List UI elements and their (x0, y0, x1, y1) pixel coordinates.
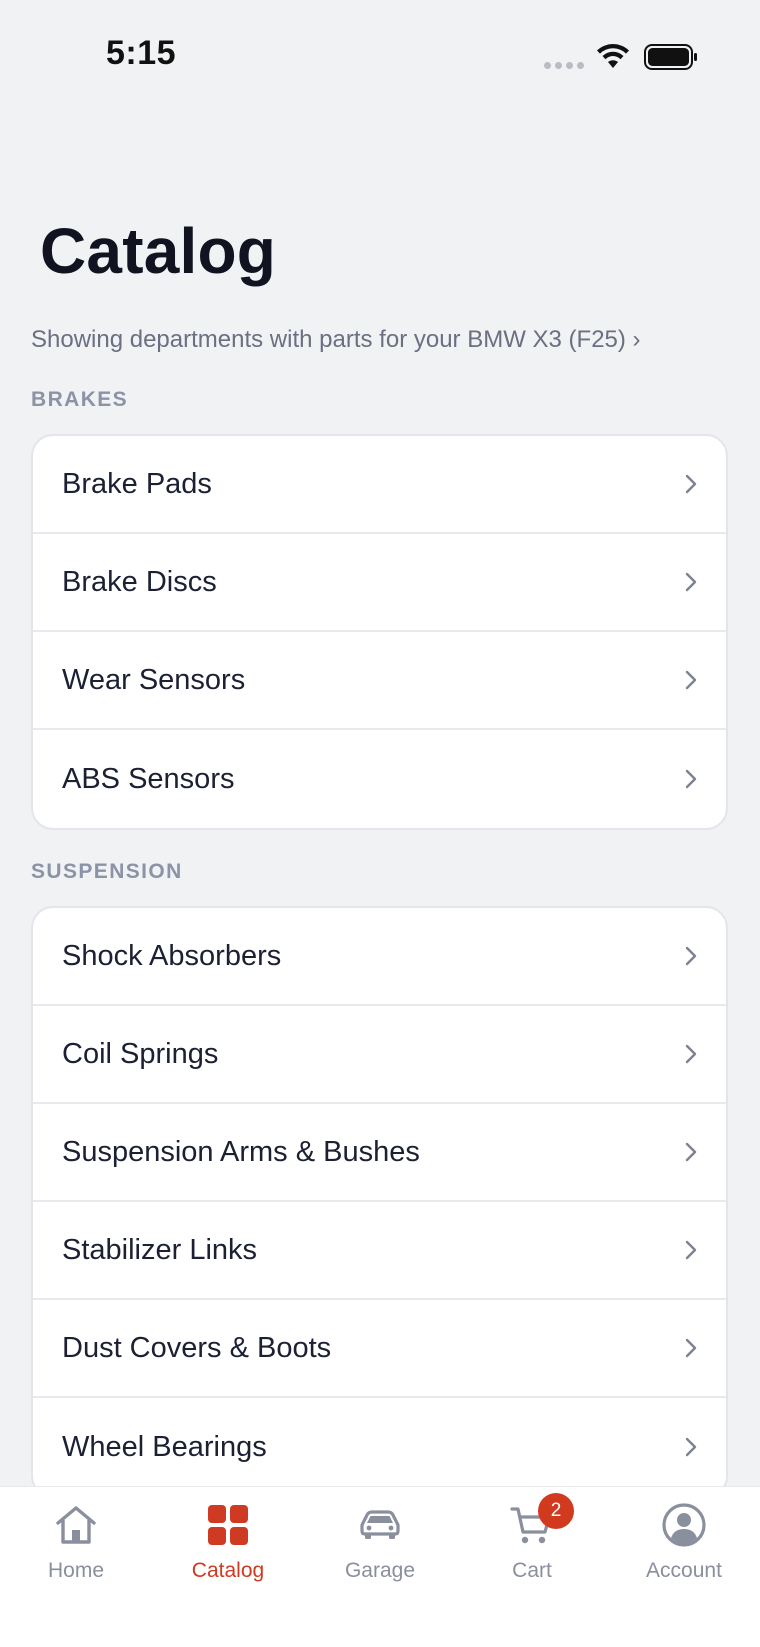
tab-account[interactable]: Account (608, 1487, 760, 1647)
chevron-right-icon (685, 1338, 697, 1358)
tab-garage[interactable]: Garage (304, 1487, 456, 1647)
tab-cart[interactable]: 2 Cart (456, 1487, 608, 1647)
department-row-wheel-bearings[interactable]: Wheel Bearings (33, 1398, 726, 1496)
tab-label: Account (646, 1559, 722, 1582)
department-label: Stabilizer Links (62, 1233, 258, 1266)
tab-label: Garage (344, 1559, 416, 1582)
department-row-brake-discs[interactable]: Brake Discs (33, 534, 726, 632)
cart-count-badge: 2 (538, 1493, 574, 1529)
status-bar: 5:15 (0, 0, 760, 110)
department-label: Brake Pads (62, 467, 212, 500)
department-row-coil-springs[interactable]: Coil Springs (33, 1006, 726, 1104)
chevron-right-icon (685, 670, 697, 690)
chevron-right-icon (685, 572, 697, 592)
grid-icon (208, 1505, 248, 1545)
tab-home[interactable]: Home (0, 1487, 152, 1647)
department-label: Wheel Bearings (62, 1430, 267, 1463)
department-row-stabilizer-links[interactable]: Stabilizer Links (33, 1202, 726, 1300)
cellular-signal-icon (544, 62, 584, 69)
brakes-department-list: Brake Pads Brake Discs Wear Sensors ABS … (31, 434, 728, 830)
department-label: ABS Sensors (62, 762, 235, 795)
vehicle-selector-link[interactable]: Showing departments with parts for your … (31, 326, 641, 354)
chevron-right-icon (685, 1240, 697, 1260)
department-row-suspension-arms-bushes[interactable]: Suspension Arms & Bushes (33, 1104, 726, 1202)
home-icon (56, 1506, 96, 1544)
bottom-tab-bar: Home Catalog Garage 2 Cart Account (0, 1486, 760, 1647)
chevron-right-icon (685, 474, 697, 494)
chevron-right-icon (685, 1142, 697, 1162)
department-label: Shock Absorbers (62, 939, 282, 972)
car-icon (360, 1510, 400, 1539)
department-row-dust-covers-boots[interactable]: Dust Covers & Boots (33, 1300, 726, 1398)
tab-catalog[interactable]: Catalog (152, 1487, 304, 1647)
tab-label: Catalog (191, 1559, 265, 1582)
tab-label: Home (47, 1559, 105, 1582)
department-label: Brake Discs (62, 565, 217, 598)
user-circle-icon (662, 1503, 706, 1547)
chevron-right-icon (685, 769, 697, 789)
department-label: Suspension Arms & Bushes (62, 1135, 420, 1168)
battery-icon (644, 44, 697, 70)
section-header-suspension: SUSPENSION (31, 860, 183, 883)
department-row-brake-pads[interactable]: Brake Pads (33, 436, 726, 534)
department-label: Coil Springs (62, 1037, 219, 1070)
suspension-department-list: Shock Absorbers Coil Springs Suspension … (31, 906, 728, 1498)
status-time: 5:15 (106, 34, 177, 72)
chevron-right-icon (685, 1437, 697, 1457)
department-row-shock-absorbers[interactable]: Shock Absorbers (33, 908, 726, 1006)
department-row-wear-sensors[interactable]: Wear Sensors (33, 632, 726, 730)
page-title: Catalog (40, 215, 277, 287)
department-label: Wear Sensors (62, 663, 246, 696)
tab-label: Cart (512, 1559, 552, 1582)
wifi-icon (597, 44, 629, 68)
chevron-right-icon (685, 1044, 697, 1064)
chevron-right-icon (685, 946, 697, 966)
department-label: Dust Covers & Boots (62, 1331, 332, 1364)
department-row-abs-sensors[interactable]: ABS Sensors (33, 730, 726, 828)
section-header-brakes: BRAKES (31, 388, 129, 411)
